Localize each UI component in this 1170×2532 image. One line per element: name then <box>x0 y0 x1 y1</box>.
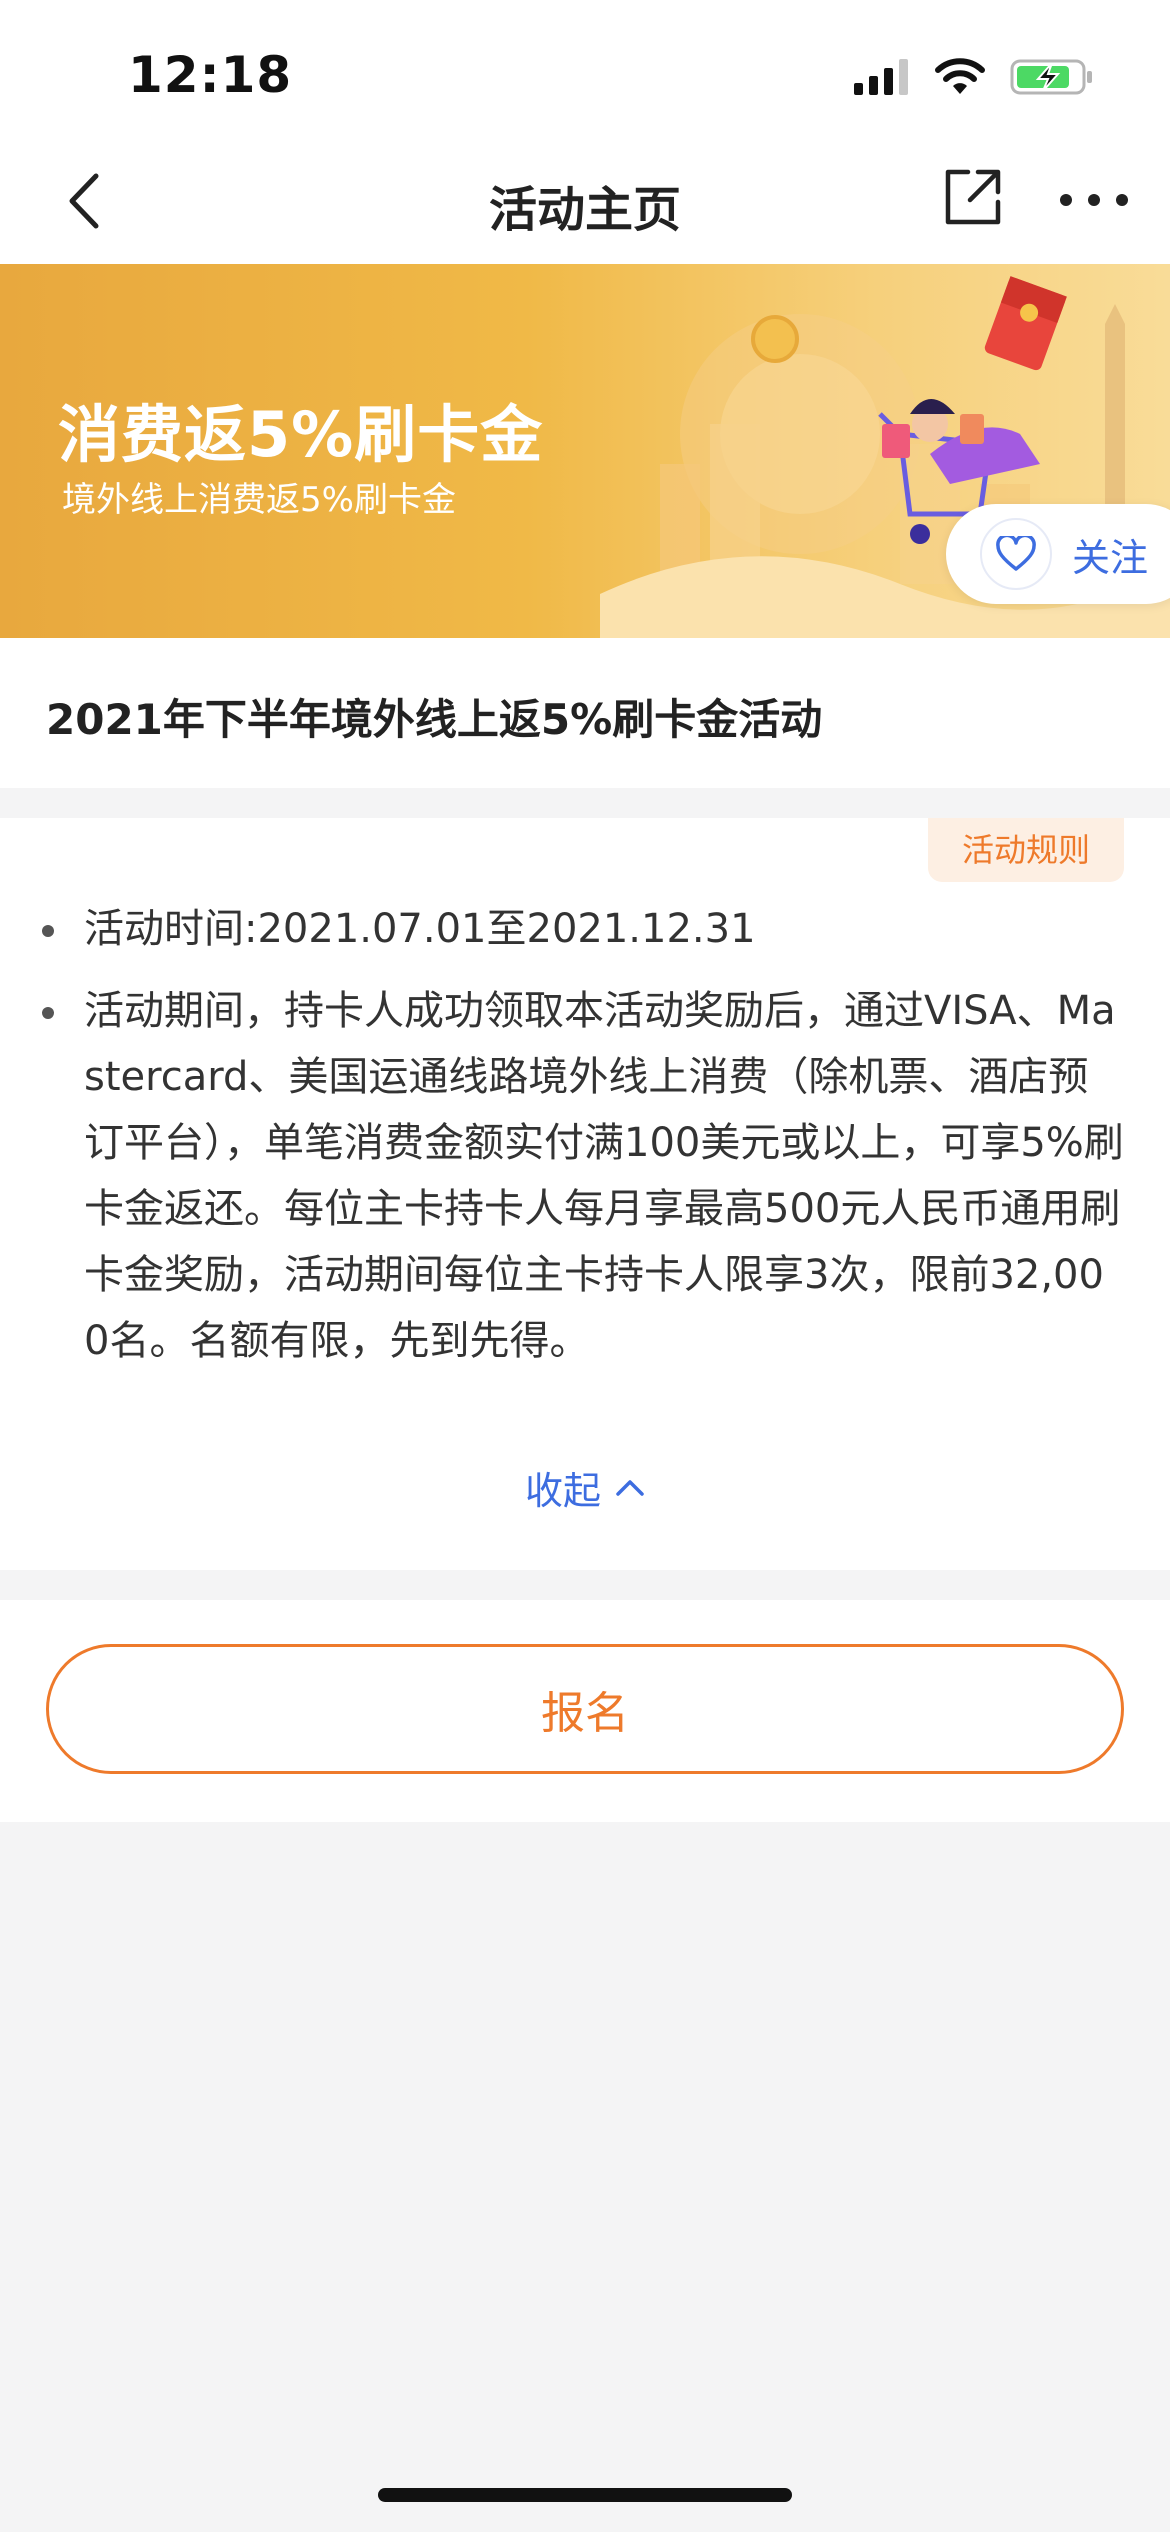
follow-button[interactable]: 关注 <box>946 504 1170 604</box>
rules-badge: 活动规则 <box>928 818 1124 882</box>
rules-card: 活动规则 活动时间:2021.07.01至2021.12.31 活动期间，持卡人… <box>0 818 1170 1570</box>
signup-card: 报名 <box>0 1600 1170 1822</box>
battery-charging-icon <box>1010 59 1092 95</box>
campaign-title-card: 2021年下半年境外线上返5%刷卡金活动 <box>0 638 1170 788</box>
heart-icon <box>980 518 1052 590</box>
banner-subtitle: 境外线上消费返5%刷卡金 <box>62 480 456 520</box>
bullet-icon <box>42 1007 54 1019</box>
campaign-title: 2021年下半年境外线上返5%刷卡金活动 <box>46 695 823 744</box>
home-indicator <box>378 2488 792 2502</box>
follow-label: 关注 <box>1072 535 1149 580</box>
promo-banner: 消费返5%刷卡金 境外线上消费返5%刷卡金 关注 <box>0 264 1170 638</box>
status-icons <box>854 52 1094 102</box>
collapse-label: 收起 <box>524 1469 601 1513</box>
wifi-icon <box>935 58 985 94</box>
share-icon[interactable] <box>940 164 1006 230</box>
signal-icon <box>854 59 908 95</box>
rule-text: 活动时间:2021.07.01至2021.12.31 <box>84 906 756 952</box>
status-bar: 12:18 <box>0 0 1170 140</box>
rule-text: 活动期间，持卡人成功领取本活动奖励后，通过VISA、Mastercard、美国运… <box>84 988 1124 1364</box>
banner-title: 消费返5%刷卡金 <box>58 398 544 471</box>
status-time: 12:18 <box>128 46 293 104</box>
signup-button[interactable]: 报名 <box>46 1644 1124 1774</box>
chevron-up-icon <box>616 1479 644 1496</box>
collapse-toggle[interactable]: 收起 <box>0 1460 1170 1515</box>
nav-bar: 活动主页 <box>0 140 1170 264</box>
bullet-icon <box>42 925 54 937</box>
more-icon[interactable] <box>1054 170 1134 230</box>
